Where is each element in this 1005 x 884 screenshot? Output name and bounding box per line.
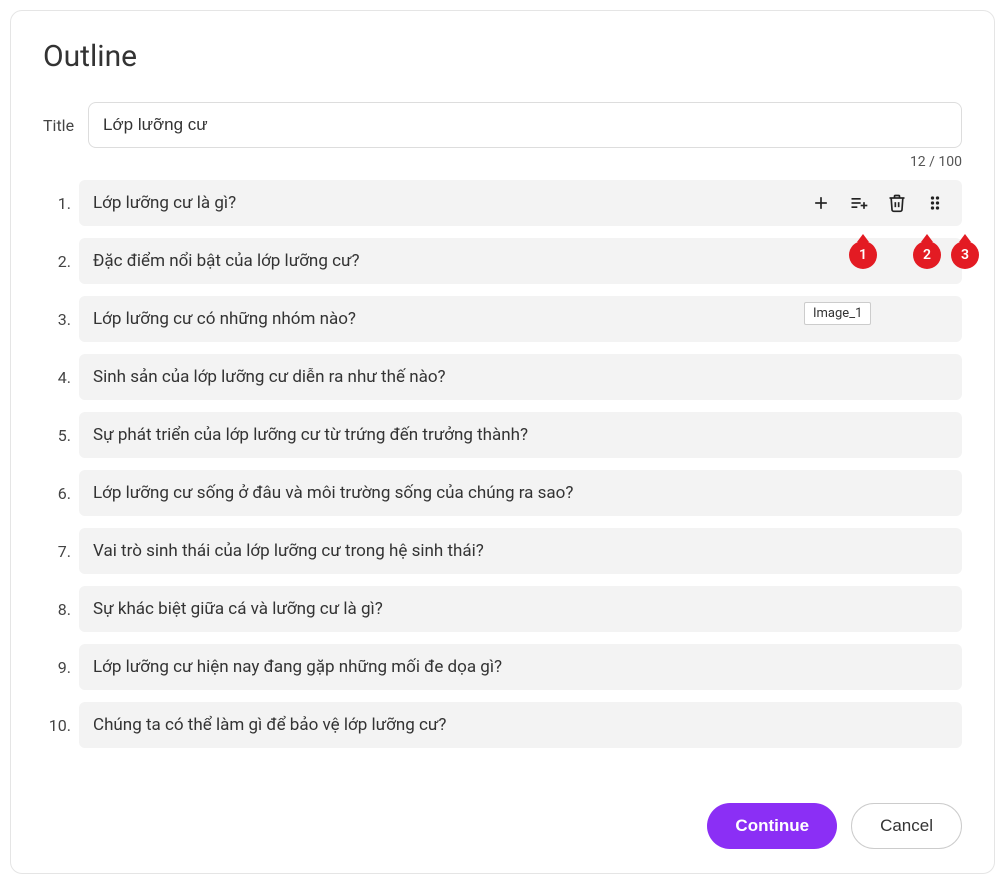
table-row: 8. Sự khác biệt giữa cá và lưỡng cư là g…: [43, 586, 962, 632]
outline-item-field[interactable]: Lớp lưỡng cư sống ở đâu và môi trường số…: [79, 470, 962, 516]
annotation-callout-1: 1: [849, 241, 877, 269]
cancel-button[interactable]: Cancel: [851, 803, 962, 849]
title-input[interactable]: [88, 102, 962, 148]
row-number: 4.: [43, 368, 79, 387]
row-number: 10.: [43, 716, 79, 735]
row-number: 8.: [43, 600, 79, 619]
char-count: 12 / 100: [43, 154, 962, 170]
annotation-callout-2: 2: [913, 241, 941, 269]
outline-item-field[interactable]: Lớp lưỡng cư hiện nay đang gặp những mối…: [79, 644, 962, 690]
annotation-callout-3: 3: [951, 241, 979, 269]
row-number: 9.: [43, 658, 79, 677]
table-row: 4. Sinh sản của lớp lưỡng cư diễn ra như…: [43, 354, 962, 400]
outline-item-text: Vai trò sinh thái của lớp lưỡng cư trong…: [93, 541, 948, 561]
outline-item-field[interactable]: Lớp lưỡng cư là gì?: [79, 180, 962, 226]
outline-modal: Outline Title 12 / 100 1. Lớp lưỡng cư l…: [10, 10, 995, 874]
continue-button[interactable]: Continue: [707, 803, 837, 849]
table-row: 6. Lớp lưỡng cư sống ở đâu và môi trường…: [43, 470, 962, 516]
outline-item-text: Sinh sản của lớp lưỡng cư diễn ra như th…: [93, 367, 948, 387]
outline-item-text: Lớp lưỡng cư là gì?: [93, 193, 810, 213]
outline-list: 1. Lớp lưỡng cư là gì?: [43, 180, 962, 748]
row-number: 7.: [43, 542, 79, 561]
outline-item-field[interactable]: Sự khác biệt giữa cá và lưỡng cư là gì?: [79, 586, 962, 632]
outline-item-text: Lớp lưỡng cư hiện nay đang gặp những mối…: [93, 657, 948, 677]
row-number: 1.: [43, 194, 79, 213]
outline-item-field[interactable]: Sự phát triển của lớp lưỡng cư từ trứng …: [79, 412, 962, 458]
table-row: 2. Đặc điểm nổi bật của lớp lưỡng cư?: [43, 238, 962, 284]
table-row: 9. Lớp lưỡng cư hiện nay đang gặp những …: [43, 644, 962, 690]
outline-item-text: Chúng ta có thể làm gì để bảo vệ lớp lưỡ…: [93, 715, 948, 735]
row-number: 6.: [43, 484, 79, 503]
outline-item-field[interactable]: Chúng ta có thể làm gì để bảo vệ lớp lưỡ…: [79, 702, 962, 748]
add-sub-icon[interactable]: [848, 192, 870, 214]
outline-item-text: Sự khác biệt giữa cá và lưỡng cư là gì?: [93, 599, 948, 619]
footer-actions: Continue Cancel: [707, 803, 962, 849]
table-row: 7. Vai trò sinh thái của lớp lưỡng cư tr…: [43, 528, 962, 574]
table-row: 10. Chúng ta có thể làm gì để bảo vệ lớp…: [43, 702, 962, 748]
add-icon[interactable]: [810, 192, 832, 214]
outline-item-text: Đặc điểm nổi bật của lớp lưỡng cư?: [93, 251, 948, 271]
row-number: 5.: [43, 426, 79, 445]
outline-item-text: Sự phát triển của lớp lưỡng cư từ trứng …: [93, 425, 948, 445]
outline-item-field[interactable]: Đặc điểm nổi bật của lớp lưỡng cư?: [79, 238, 962, 284]
outline-item-field[interactable]: Vai trò sinh thái của lớp lưỡng cư trong…: [79, 528, 962, 574]
row-actions: [810, 192, 948, 214]
title-row: Title: [43, 102, 962, 148]
tooltip: Image_1: [804, 302, 871, 325]
row-number: 3.: [43, 310, 79, 329]
page-title: Outline: [43, 39, 962, 74]
title-label: Title: [43, 116, 74, 135]
drag-handle-icon[interactable]: [924, 192, 946, 214]
delete-icon[interactable]: [886, 192, 908, 214]
outline-item-text: Lớp lưỡng cư sống ở đâu và môi trường số…: [93, 483, 948, 503]
table-row: 1. Lớp lưỡng cư là gì?: [43, 180, 962, 226]
table-row: 5. Sự phát triển của lớp lưỡng cư từ trứ…: [43, 412, 962, 458]
outline-item-field[interactable]: Sinh sản của lớp lưỡng cư diễn ra như th…: [79, 354, 962, 400]
row-number: 2.: [43, 252, 79, 271]
